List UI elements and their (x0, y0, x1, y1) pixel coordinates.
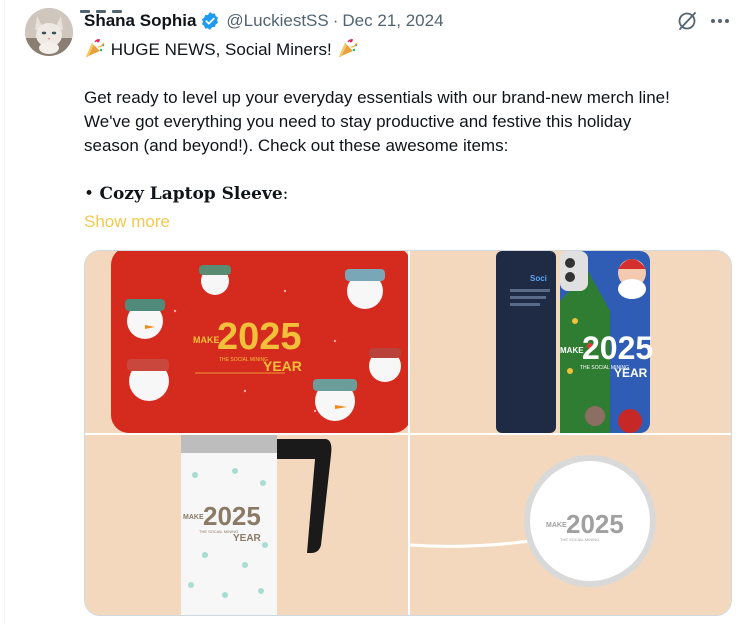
phone-case-image: Soci 2025 MAKE THE SOCIAL MINING YEAR (410, 251, 731, 433)
brand-2025-text: 2025 (566, 509, 624, 539)
brand-year-text: YEAR (263, 358, 302, 374)
more-icon[interactable] (708, 10, 732, 32)
wireless-charger-image: 2025 MAKE THE SOCIAL MINING (410, 435, 731, 615)
body-line: season (and beyond!). Check out these aw… (84, 136, 509, 155)
tweet-date[interactable]: Dec 21, 2024 (342, 11, 443, 31)
party-popper-icon (337, 38, 359, 58)
brand-year-text: YEAR (233, 533, 262, 544)
author-handle[interactable]: @LuckiestSS (226, 11, 328, 31)
avatar[interactable] (25, 8, 73, 56)
body-line: Get ready to level up your everyday esse… (84, 88, 670, 107)
tweet-text: HUGE NEWS, Social Miners! Get ready to l… (84, 38, 734, 206)
previous-tweet-clip (80, 0, 170, 13)
bullet-line: • Cozy Laptop Sleeve: (84, 182, 734, 206)
media-wireless-charger[interactable]: 2025 MAKE THE SOCIAL MINING (410, 435, 731, 615)
laptop-sleeve-image: 2025 MAKE THE SOCIAL MINING YEAR (85, 251, 408, 433)
bullet-suffix: : (282, 184, 289, 204)
media-travel-mug[interactable]: 2025 MAKE THE SOCIAL MINING YEAR (85, 435, 408, 615)
headline-text: HUGE NEWS, Social Miners! (110, 40, 332, 59)
brand-year-text: YEAR (614, 366, 648, 380)
verified-badge-icon[interactable] (200, 11, 220, 31)
bullet-item: Cozy Laptop Sleeve (99, 184, 283, 204)
media-laptop-sleeve[interactable]: 2025 MAKE THE SOCIAL MINING YEAR (85, 251, 408, 433)
brand-2025-text: 2025 (582, 330, 653, 366)
body-line: We've got everything you need to stay pr… (84, 112, 632, 131)
brand-2025-text: 2025 (217, 316, 302, 358)
brand-mid-text: THE SOCIAL MINING (219, 357, 268, 363)
phone-app-label: Soci (530, 274, 547, 283)
brand-make-text: MAKE (560, 346, 584, 355)
separator-dot: · (332, 11, 339, 30)
brand-2025-text: 2025 (203, 501, 261, 531)
avatar-cat-image (25, 8, 73, 56)
author-name[interactable]: Shana Sophia (84, 11, 196, 31)
timeline-rule (4, 0, 5, 624)
brand-make-text: MAKE (183, 514, 204, 521)
bullet-symbol: • (84, 184, 95, 204)
brand-make-text: MAKE (546, 522, 567, 529)
grok-icon[interactable] (676, 10, 698, 32)
travel-mug-image: 2025 MAKE THE SOCIAL MINING YEAR (85, 435, 408, 615)
media-grid: 2025 MAKE THE SOCIAL MINING YEAR Soci 20… (84, 250, 732, 616)
tweet-header: Shana Sophia @LuckiestSS · Dec 21, 2024 (84, 10, 444, 32)
brand-mid-text: THE SOCIAL MINING (560, 537, 599, 542)
brand-make-text: MAKE (193, 335, 220, 345)
media-phone-case[interactable]: Soci 2025 MAKE THE SOCIAL MINING YEAR (410, 251, 731, 433)
party-popper-icon (84, 38, 106, 58)
headline-line: HUGE NEWS, Social Miners! (84, 38, 734, 62)
show-more-link[interactable]: Show more (84, 212, 170, 232)
